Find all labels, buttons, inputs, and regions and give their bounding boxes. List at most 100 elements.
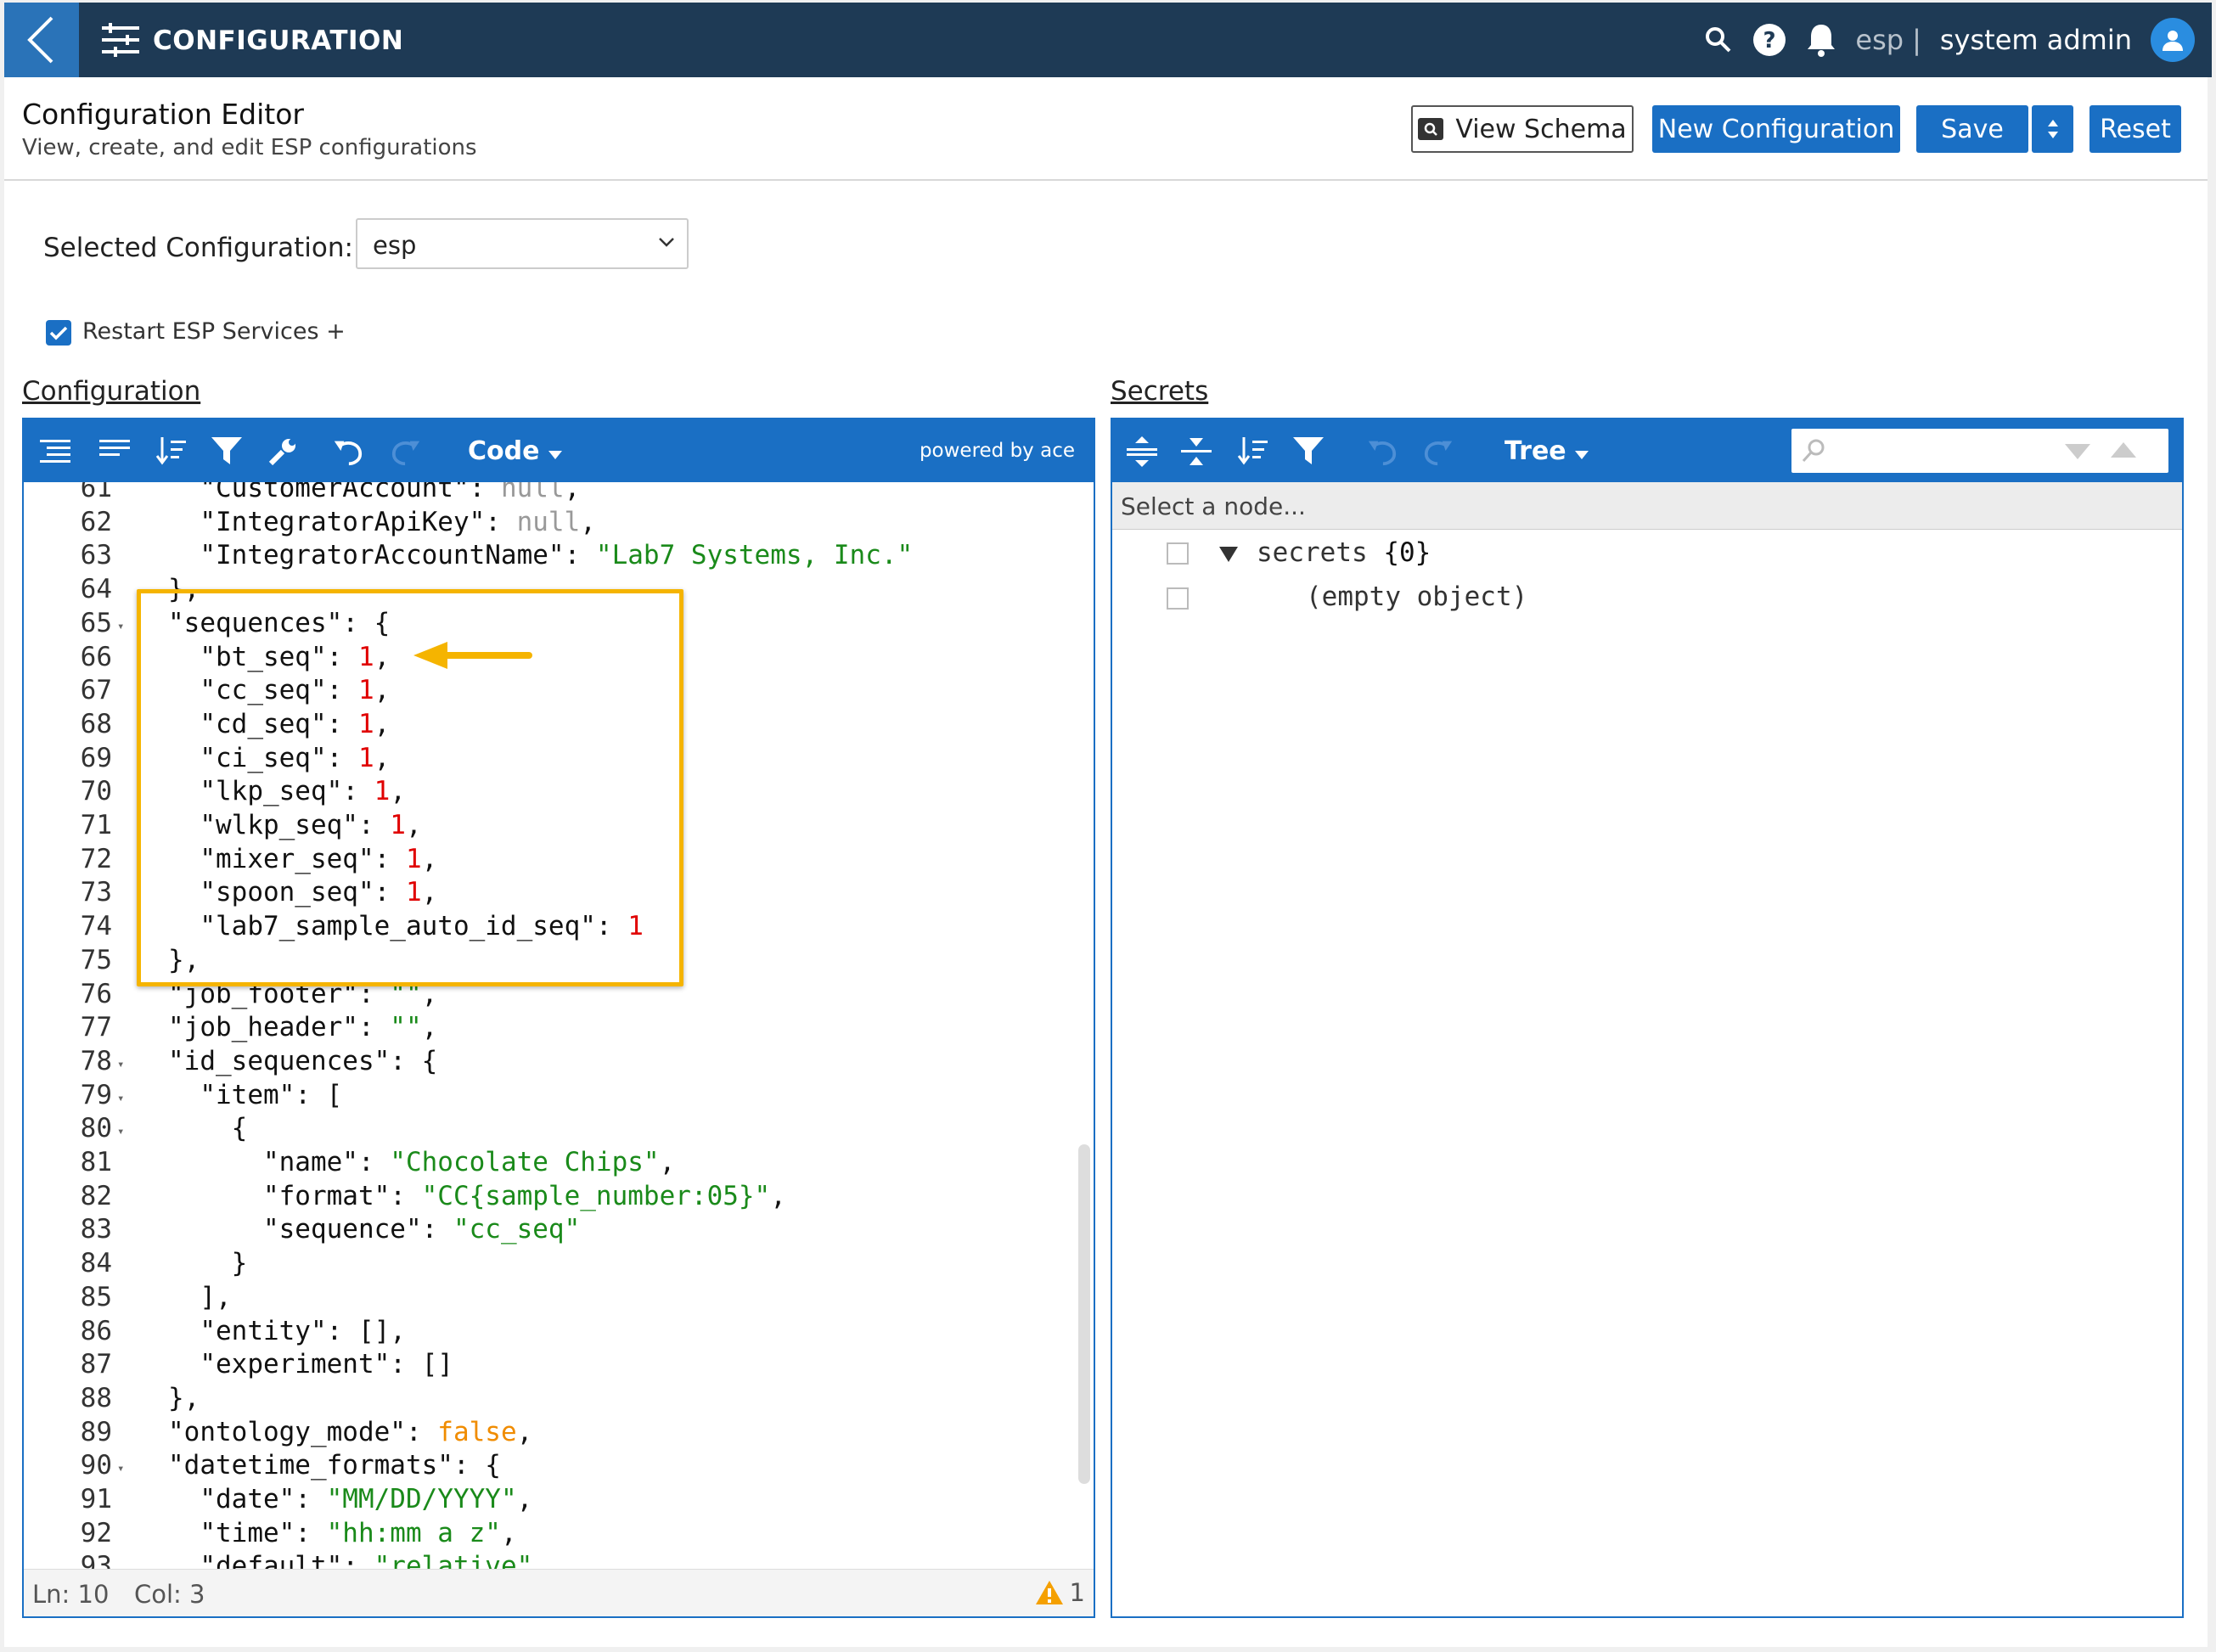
mode-dropdown[interactable]: Code bbox=[468, 436, 562, 466]
code-line[interactable]: 75}, bbox=[24, 945, 1085, 979]
bell-icon[interactable] bbox=[1806, 23, 1836, 57]
code-line[interactable]: 81 "name": "Chocolate Chips", bbox=[24, 1147, 1085, 1181]
code-line[interactable]: 63 "IntegratorAccountName": "Lab7 System… bbox=[24, 540, 1085, 574]
warnings-indicator[interactable]: 1 bbox=[1034, 1578, 1085, 1607]
view-schema-label: View Schema bbox=[1455, 114, 1627, 144]
sort-icon[interactable] bbox=[1236, 435, 1268, 468]
fold-toggle-icon[interactable]: ▾ bbox=[117, 1462, 124, 1475]
tree-node-secrets[interactable]: secrets {0} bbox=[1257, 537, 1431, 568]
line-number: 88 bbox=[80, 1382, 112, 1413]
avatar[interactable] bbox=[2151, 18, 2195, 62]
code-line[interactable]: 76 "job_footer": "", bbox=[24, 979, 1085, 1013]
code-line[interactable]: 86 "entity": [], bbox=[24, 1316, 1085, 1350]
code-line[interactable]: 93 "default": "relative" bbox=[24, 1551, 1085, 1569]
format-icon[interactable] bbox=[39, 435, 71, 468]
code-text: "job_header": "", bbox=[168, 1012, 438, 1043]
reset-button[interactable]: Reset bbox=[2089, 105, 2181, 153]
filter-icon[interactable] bbox=[211, 435, 243, 468]
code-line[interactable]: 82 "format": "CC{sample_number:05}", bbox=[24, 1181, 1085, 1215]
tree-row-handle[interactable] bbox=[1167, 542, 1189, 565]
code-line[interactable]: 91 "date": "MM/DD/YYYY", bbox=[24, 1484, 1085, 1518]
user-name[interactable]: system admin bbox=[1940, 24, 2132, 56]
compact-icon[interactable] bbox=[98, 435, 131, 468]
code-text: }, bbox=[168, 574, 200, 605]
search-previous-icon[interactable] bbox=[2111, 442, 2136, 458]
code-line[interactable]: 71 "wlkp_seq": 1, bbox=[24, 810, 1085, 844]
code-scrollbar[interactable] bbox=[1078, 1144, 1090, 1484]
code-text: "ci_seq": 1, bbox=[200, 742, 391, 773]
code-line[interactable]: 85 ], bbox=[24, 1282, 1085, 1316]
code-text: "wlkp_seq": 1, bbox=[200, 810, 422, 840]
code-text: "item": [ bbox=[200, 1079, 343, 1110]
sort-icon[interactable] bbox=[155, 435, 187, 468]
code-line[interactable]: 84 } bbox=[24, 1248, 1085, 1282]
expand-triangle-icon[interactable] bbox=[1219, 547, 1238, 562]
code-line[interactable]: 64}, bbox=[24, 574, 1085, 608]
code-line[interactable]: 72 "mixer_seq": 1, bbox=[24, 844, 1085, 878]
undo-icon[interactable] bbox=[331, 435, 363, 468]
code-line[interactable]: 77 "job_header": "", bbox=[24, 1012, 1085, 1046]
tenant-label[interactable]: esp bbox=[1855, 24, 1904, 56]
view-schema-button[interactable]: View Schema bbox=[1411, 105, 1634, 153]
code-line[interactable]: 79 ▾ "item": [ bbox=[24, 1080, 1085, 1114]
code-text: "date": "MM/DD/YYYY", bbox=[200, 1484, 533, 1514]
code-line[interactable]: 67 "cc_seq": 1, bbox=[24, 675, 1085, 709]
tree-search-input[interactable] bbox=[1791, 429, 2168, 473]
code-line[interactable]: 92 "time": "hh:mm a z", bbox=[24, 1518, 1085, 1552]
code-text: "id_sequences": { bbox=[168, 1045, 438, 1076]
help-icon[interactable]: ? bbox=[1752, 22, 1787, 58]
code-text: "IntegratorApiKey": null, bbox=[200, 506, 596, 537]
new-configuration-button[interactable]: New Configuration bbox=[1652, 105, 1900, 153]
code-line[interactable]: 90 ▾ "datetime_formats": { bbox=[24, 1450, 1085, 1484]
filter-icon[interactable] bbox=[1292, 435, 1325, 468]
line-number: 81 bbox=[80, 1147, 112, 1177]
code-line[interactable]: 83 "sequence": "cc_seq" bbox=[24, 1214, 1085, 1248]
restart-services-checkbox[interactable] bbox=[46, 320, 71, 346]
restart-services-label[interactable]: Restart ESP Services + bbox=[82, 318, 346, 345]
code-line[interactable]: 65 ▾ "sequences": { bbox=[24, 608, 1085, 642]
code-line[interactable]: 74 "lab7_sample_auto_id_seq": 1 bbox=[24, 911, 1085, 945]
code-line[interactable]: 89 "ontology_mode": false, bbox=[24, 1417, 1085, 1451]
code-text: "sequence": "cc_seq" bbox=[262, 1214, 581, 1245]
code-line[interactable]: 61 "CustomerAccount": null, bbox=[24, 482, 1085, 507]
save-options-button[interactable] bbox=[2032, 105, 2073, 153]
secrets-editor: Tree Select a node... secrets {0} (empty… bbox=[1111, 418, 2184, 1618]
code-line[interactable]: 66 "bt_seq": 1, bbox=[24, 642, 1085, 676]
fold-toggle-icon[interactable]: ▾ bbox=[117, 1092, 124, 1105]
code-text: "spoon_seq": 1, bbox=[200, 877, 438, 908]
repair-wrench-icon[interactable] bbox=[267, 435, 299, 468]
collapse-all-icon[interactable] bbox=[1180, 435, 1212, 468]
fold-toggle-icon[interactable]: ▾ bbox=[117, 1125, 124, 1138]
code-line[interactable]: 87 "experiment": [] bbox=[24, 1349, 1085, 1383]
line-number: 77 bbox=[80, 1012, 112, 1043]
fold-toggle-icon[interactable]: ▾ bbox=[117, 1058, 124, 1071]
redo-icon[interactable] bbox=[1423, 435, 1455, 468]
search-next-icon[interactable] bbox=[2065, 444, 2090, 459]
configuration-select[interactable]: esp bbox=[356, 218, 689, 269]
code-line[interactable]: 62 "IntegratorApiKey": null, bbox=[24, 507, 1085, 541]
user-icon bbox=[2163, 31, 2183, 51]
page-header: Configuration Editor View, create, and e… bbox=[4, 77, 2208, 181]
expand-all-icon[interactable] bbox=[1126, 435, 1158, 468]
code-line[interactable]: 70 "lkp_seq": 1, bbox=[24, 776, 1085, 810]
code-text: "job_footer": "", bbox=[168, 978, 438, 1009]
code-area[interactable]: 61 "CustomerAccount": null, 62 "Integrato… bbox=[24, 482, 1094, 1569]
code-line[interactable]: 80 ▾ { bbox=[24, 1113, 1085, 1147]
code-line[interactable]: 69 "ci_seq": 1, bbox=[24, 743, 1085, 777]
code-line[interactable]: 88}, bbox=[24, 1383, 1085, 1417]
code-line[interactable]: 78 ▾ "id_sequences": { bbox=[24, 1046, 1085, 1080]
redo-icon[interactable] bbox=[391, 435, 423, 468]
mode-dropdown[interactable]: Tree bbox=[1505, 436, 1589, 466]
fold-toggle-icon[interactable]: ▾ bbox=[117, 620, 124, 633]
chevron-down-icon bbox=[659, 238, 674, 247]
save-button[interactable]: Save bbox=[1916, 105, 2028, 153]
code-line[interactable]: 68 "cd_seq": 1, bbox=[24, 709, 1085, 743]
search-icon[interactable] bbox=[1704, 25, 1733, 54]
line-number: 74 bbox=[80, 911, 112, 942]
tree-row-handle[interactable] bbox=[1167, 587, 1189, 610]
line-number: 93 bbox=[80, 1551, 112, 1569]
undo-icon[interactable] bbox=[1365, 435, 1398, 468]
back-button[interactable] bbox=[4, 3, 79, 77]
line-number: 63 bbox=[80, 540, 112, 571]
code-line[interactable]: 73 "spoon_seq": 1, bbox=[24, 877, 1085, 911]
